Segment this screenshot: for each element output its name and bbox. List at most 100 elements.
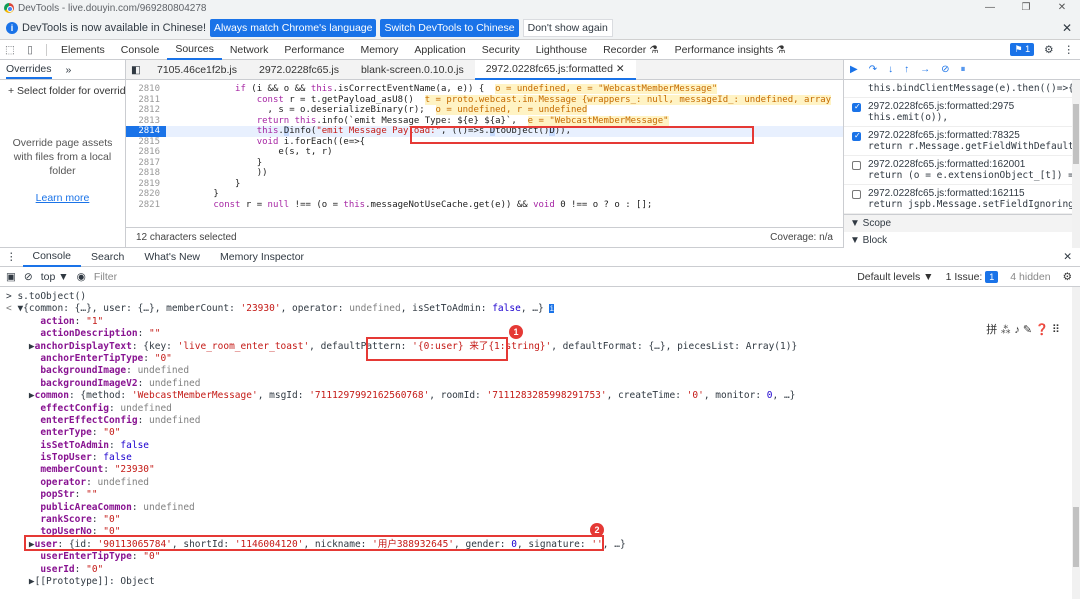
drawer-tab-console[interactable]: Console [22,248,82,267]
dont-show-again-button[interactable]: Don't show again [522,18,613,37]
drawer-tab-search[interactable]: Search [81,248,134,267]
drawer-menu-icon[interactable]: ⋮ [0,251,23,263]
console-line[interactable]: < ▼{common: {…}, user: {…}, memberCount:… [6,303,1080,315]
tab-overrides[interactable]: Overrides [6,61,52,79]
console-output[interactable]: > s.toObject() < ▼{common: {…}, user: {…}… [0,287,1080,599]
line-number[interactable]: 2810 [126,84,166,95]
line-number[interactable]: 2819 [126,179,166,190]
breakpoint-checkbox[interactable] [852,190,861,199]
tab-console[interactable]: Console [113,40,168,60]
console-line[interactable]: publicAreaCommon: undefined [6,502,1080,514]
scroll-thumb[interactable] [1073,507,1079,567]
sidebar-toggle-icon[interactable]: ▣ [6,271,16,283]
console-line[interactable]: popStr: "" [6,489,1080,501]
file-tab[interactable]: 2972.0228fc65.js [248,60,350,80]
more-tabs-chevron-icon[interactable]: » [66,64,72,76]
context-selector[interactable]: top ▼ [41,271,69,283]
breakpoint-item[interactable]: 2972.0228fc65.js:formatted:78325return r… [844,127,1080,156]
line-number[interactable]: 2814 [126,126,166,137]
breakpoint-checkbox[interactable] [852,161,861,170]
breakpoint-item[interactable]: 2972.0228fc65.js:formatted:2975this.emit… [844,98,1080,127]
breakpoint-item[interactable]: 2972.0228fc65.js:formatted:162001 return … [844,156,1080,185]
code-editor[interactable]: 2810 if (i && o && this.isCorrectEventNa… [126,80,843,227]
console-line[interactable]: userId: "0" [6,564,1080,576]
breakpoint-checkbox[interactable] [852,131,861,141]
minimize-button[interactable]: — [972,0,1008,16]
line-number[interactable]: 2821 [126,200,166,211]
live-expression-eye-icon[interactable]: ◉ [77,271,86,283]
console-line[interactable]: ▶[[Prototype]]: Object [6,576,1080,588]
always-match-language-button[interactable]: Always match Chrome's language [210,18,377,37]
console-line[interactable]: actionDescription: "" [6,328,1080,340]
settings-gear-icon[interactable]: ⚙ [1044,44,1053,56]
line-number[interactable]: 2820 [126,189,166,200]
console-line[interactable]: backgroundImage: undefined [6,365,1080,377]
console-line[interactable]: isSetToAdmin: false [6,440,1080,452]
inspect-element-icon[interactable]: ⬚ [0,44,20,56]
tab-recorder[interactable]: Recorder ⚗ [595,40,667,60]
scroll-thumb[interactable] [1073,104,1079,164]
console-line[interactable]: effectConfig: undefined [6,403,1080,415]
ime-toolbar[interactable]: 拼 ⁂ ♪ ✎ ❓ ⠿ [986,321,1060,337]
step-out-icon[interactable]: ↑ [904,64,909,75]
console-line[interactable]: ▶common: {method: 'WebcastMemberMessage'… [6,390,1080,402]
tab-performance[interactable]: Performance [276,40,352,60]
tab-lighthouse[interactable]: Lighthouse [528,40,595,60]
tab-network[interactable]: Network [222,40,277,60]
drawer-tab-memory-inspector[interactable]: Memory Inspector [210,248,314,267]
deactivate-breakpoints-icon[interactable]: ⊘ [941,64,949,75]
console-line[interactable]: action: "1" [6,316,1080,328]
issues-button[interactable]: 1 Issue: 1 [946,270,999,283]
file-tab[interactable]: blank-screen.0.10.0.js [350,60,475,80]
breakpoint-item[interactable]: 2972.0228fc65.js:formatted:162115 return … [844,185,1080,214]
close-drawer-icon[interactable]: ✕ [1063,251,1072,263]
tab-security[interactable]: Security [474,40,528,60]
console-line[interactable]: operator: undefined [6,477,1080,489]
step-into-icon[interactable]: ↓ [888,64,893,75]
console-line[interactable]: isTopUser: false [6,452,1080,464]
console-line[interactable]: > s.toObject() [6,291,1080,303]
pause-exceptions-icon[interactable]: ⏸ [960,64,965,75]
console-line[interactable]: rankScore: "0" [6,514,1080,526]
tab-sources[interactable]: Sources [167,40,222,60]
console-line[interactable]: enterType: "0" [6,427,1080,439]
console-line[interactable]: memberCount: "23930" [6,464,1080,476]
tab-elements[interactable]: Elements [53,40,113,60]
learn-more-link[interactable]: Learn more [0,192,125,204]
line-number[interactable]: 2813 [126,116,166,127]
console-line[interactable]: backgroundImageV2: undefined [6,378,1080,390]
switch-to-chinese-button[interactable]: Switch DevTools to Chinese [380,18,519,37]
breakpoint-checkbox[interactable] [852,102,861,112]
file-tab[interactable]: 7105.46ce1f2b.js [146,60,248,80]
line-number[interactable]: 2811 [126,95,166,106]
device-toolbar-icon[interactable]: ▯ [20,44,40,56]
log-levels-dropdown[interactable]: Default levels ▼ [857,271,933,283]
drawer-tab-whats-new[interactable]: What's New [134,248,210,267]
console-scrollbar[interactable] [1072,287,1080,599]
tab-application[interactable]: Application [406,40,473,60]
console-line[interactable]: enterEffectConfig: undefined [6,415,1080,427]
line-number[interactable]: 2817 [126,158,166,169]
clear-console-icon[interactable]: ⊘ [24,271,33,283]
issues-badge[interactable]: ⚑ 1 [1010,43,1035,56]
step-icon[interactable]: → [920,64,930,75]
console-settings-gear-icon[interactable]: ⚙ [1063,271,1072,283]
resume-icon[interactable]: ▶ [850,64,858,75]
close-tab-icon[interactable]: ✕ [616,63,625,75]
debugger-scrollbar[interactable] [1072,80,1080,248]
block-section[interactable]: ▼ Block [844,232,1080,249]
select-folder-button[interactable]: + Select folder for overrides [0,80,125,102]
line-number[interactable]: 2818 [126,168,166,179]
close-infobar-icon[interactable]: ✕ [1062,21,1072,35]
step-over-icon[interactable]: ↷ [869,64,877,75]
console-line[interactable]: ▶anchorDisplayText: {key: 'live_room_ent… [6,341,1080,353]
line-number[interactable]: 2815 [126,137,166,148]
console-line[interactable]: userEnterTipType: "0" [6,551,1080,563]
line-number[interactable]: 2816 [126,147,166,158]
close-window-button[interactable]: ✕ [1044,0,1080,16]
toggle-navigator-icon[interactable]: ◧ [126,64,146,76]
console-line[interactable]: anchorEnterTipType: "0" [6,353,1080,365]
more-options-icon[interactable]: ⋮ [1064,44,1075,56]
line-number[interactable]: 2812 [126,105,166,116]
tab-memory[interactable]: Memory [352,40,406,60]
